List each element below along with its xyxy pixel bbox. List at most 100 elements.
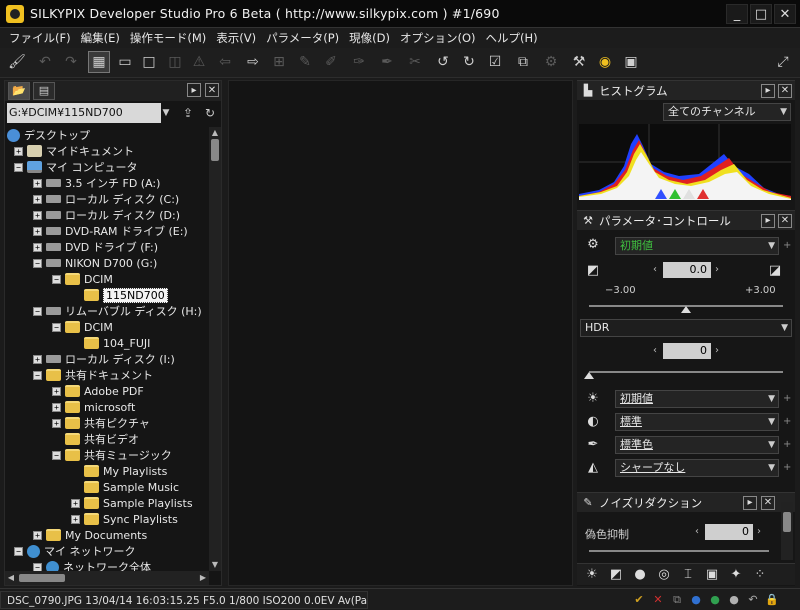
refresh-icon[interactable]: ↻ bbox=[201, 104, 219, 122]
hdr-slider-knob[interactable] bbox=[584, 372, 594, 379]
tree-item[interactable]: デスクトップ bbox=[7, 127, 90, 143]
undo-icon[interactable]: ↶ bbox=[34, 51, 56, 73]
brush-icon[interactable]: 🖌 bbox=[6, 51, 28, 73]
green-tag-icon[interactable]: ● bbox=[708, 593, 722, 607]
grid-icon[interactable]: ⊞ bbox=[268, 51, 290, 73]
histogram-menu-icon[interactable]: ▸ bbox=[761, 84, 775, 98]
tree-item[interactable]: − 共有ミュージック bbox=[52, 447, 172, 463]
scroll-right-icon[interactable]: ▶ bbox=[197, 571, 209, 585]
wb-picker-icon[interactable]: ✐ bbox=[320, 51, 342, 73]
white-balance-select[interactable]: 初期値 ▼ bbox=[615, 390, 779, 408]
tree-item[interactable]: − マイ コンピュータ bbox=[14, 159, 138, 175]
exposure-value[interactable]: 0.0 bbox=[663, 262, 711, 278]
expand-icon[interactable]: + bbox=[71, 514, 80, 524]
pen-icon[interactable]: ✒ bbox=[376, 51, 398, 73]
histogram-channel-select[interactable]: 全てのチャンネル ▼ bbox=[663, 103, 791, 121]
false-color-decrease-icon[interactable]: ‹ bbox=[695, 526, 699, 537]
exposure-increase-icon[interactable]: › bbox=[715, 264, 719, 275]
blue-tag-icon[interactable]: ● bbox=[689, 593, 703, 607]
compare-view-icon[interactable]: ◫ bbox=[164, 51, 186, 73]
scroll-down-icon[interactable]: ▼ bbox=[209, 559, 221, 571]
expand-icon[interactable]: + bbox=[33, 242, 42, 252]
chevron-down-icon[interactable]: ▼ bbox=[161, 103, 171, 123]
check-mark-icon[interactable]: ✔ bbox=[632, 593, 646, 607]
tree-item[interactable]: + ローカル ディスク (D:) bbox=[33, 207, 180, 223]
check-icon[interactable]: ☑ bbox=[484, 51, 506, 73]
monitor-icon[interactable]: ▣ bbox=[620, 51, 642, 73]
grey-tag-icon[interactable]: ● bbox=[727, 593, 741, 607]
crop-icon[interactable]: ✂ bbox=[404, 51, 426, 73]
folder-tab-icon[interactable]: 📂 bbox=[8, 82, 30, 100]
noise-scrollbar[interactable] bbox=[781, 502, 793, 560]
params-close-icon[interactable]: ✕ bbox=[778, 214, 792, 228]
tree-item[interactable]: + DVD-RAM ドライブ (E:) bbox=[33, 223, 188, 239]
transform-tool-icon[interactable]: ⌶ bbox=[679, 567, 697, 583]
tone-add-icon[interactable]: + bbox=[783, 416, 791, 427]
expand-icon[interactable]: + bbox=[33, 530, 42, 540]
tree-vertical-scrollbar[interactable]: ▲ ▼ bbox=[209, 127, 221, 571]
false-color-increase-icon[interactable]: › bbox=[757, 526, 761, 537]
expand-icon[interactable]: + bbox=[52, 386, 61, 396]
tree-item[interactable]: Sample Music bbox=[71, 479, 179, 495]
scroll-left-icon[interactable]: ◀ bbox=[5, 571, 17, 585]
silkypix-icon[interactable]: ◉ bbox=[594, 51, 616, 73]
tree-item[interactable]: +3.5 インチ FD (A:) bbox=[33, 175, 160, 191]
collapse-icon[interactable]: − bbox=[52, 450, 61, 460]
right-arrow-icon[interactable]: ⇨ bbox=[242, 51, 264, 73]
tree-item[interactable]: + 共有ピクチャ bbox=[52, 415, 150, 431]
thumbnail-view-icon[interactable]: ▦ bbox=[88, 51, 110, 73]
preview-thumb-view-icon[interactable]: ▭ bbox=[114, 51, 136, 73]
auto-exposure-icon[interactable]: ◪ bbox=[767, 263, 783, 279]
wb-add-icon[interactable]: + bbox=[783, 393, 791, 404]
expand-icon[interactable]: + bbox=[71, 498, 80, 508]
tone-select[interactable]: 標準 ▼ bbox=[615, 413, 779, 431]
tree-item[interactable]: 共有ビデオ bbox=[52, 431, 139, 447]
tree-item[interactable]: − 共有ドキュメント bbox=[33, 367, 153, 383]
path-input[interactable]: G:¥DCIM¥115ND700 bbox=[7, 103, 161, 123]
color-select[interactable]: 標準色 ▼ bbox=[615, 436, 779, 454]
tree-item[interactable]: + microsoft bbox=[52, 399, 135, 415]
sharpness-icon[interactable]: ◭ bbox=[585, 460, 601, 476]
collapse-icon[interactable]: − bbox=[14, 162, 23, 172]
false-color-slider-track[interactable] bbox=[589, 550, 769, 552]
panel-menu-icon[interactable]: ▸ bbox=[187, 83, 201, 97]
expand-icon[interactable]: + bbox=[33, 178, 42, 188]
false-color-value[interactable]: 0 bbox=[705, 524, 753, 540]
redo-icon[interactable]: ↷ bbox=[60, 51, 82, 73]
tree-item[interactable]: − DCIM bbox=[52, 271, 113, 287]
layers-icon[interactable]: ⧉ bbox=[670, 593, 684, 607]
hdr-slider-track[interactable] bbox=[589, 371, 783, 373]
expand-icon[interactable]: + bbox=[33, 226, 42, 236]
menu-view[interactable]: 表示(V) bbox=[211, 30, 261, 46]
menu-parameter[interactable]: パラメータ(P) bbox=[261, 30, 344, 46]
expand-icon[interactable]: + bbox=[33, 210, 42, 220]
menu-option[interactable]: オプション(O) bbox=[395, 30, 481, 46]
scroll-up-icon[interactable]: ▲ bbox=[209, 127, 221, 139]
single-view-icon[interactable]: □ bbox=[138, 51, 160, 73]
rotate-left-icon[interactable]: ↺ bbox=[432, 51, 454, 73]
noise-close-icon[interactable]: ✕ bbox=[761, 496, 775, 510]
collapse-icon[interactable]: − bbox=[33, 306, 42, 316]
menu-file[interactable]: ファイル(F) bbox=[4, 30, 76, 46]
color-pen-icon[interactable]: ✒ bbox=[585, 437, 601, 453]
tree-item[interactable]: + DVD ドライブ (F:) bbox=[33, 239, 158, 255]
scroll-thumb[interactable] bbox=[211, 139, 219, 161]
noise-menu-icon[interactable]: ▸ bbox=[743, 496, 757, 510]
hammer-icon[interactable]: ⚒ bbox=[568, 51, 590, 73]
hdr-value[interactable]: 0 bbox=[663, 343, 711, 359]
hscroll-thumb[interactable] bbox=[19, 574, 65, 582]
expand-icon[interactable]: + bbox=[52, 418, 61, 428]
menu-edit[interactable]: 編集(E) bbox=[76, 30, 125, 46]
tree-item[interactable]: − リムーバブル ディスク (H:) bbox=[33, 303, 202, 319]
sharpness-select[interactable]: シャープなし ▼ bbox=[615, 459, 779, 477]
color-add-icon[interactable]: + bbox=[783, 439, 791, 450]
tree-item[interactable]: − NIKON D700 (G:) bbox=[33, 255, 157, 271]
sun-icon[interactable]: ☀ bbox=[585, 391, 601, 407]
dots-tool-icon[interactable]: ⁘ bbox=[751, 567, 769, 583]
tree-item[interactable]: + マイドキュメント bbox=[14, 143, 134, 159]
rotate-right-icon[interactable]: ↻ bbox=[458, 51, 480, 73]
params-menu-icon[interactable]: ▸ bbox=[761, 214, 775, 228]
maximize-button[interactable]: □ bbox=[750, 4, 772, 24]
folder-up-icon[interactable]: ⇪ bbox=[179, 104, 197, 122]
menu-develop[interactable]: 現像(D) bbox=[344, 30, 395, 46]
